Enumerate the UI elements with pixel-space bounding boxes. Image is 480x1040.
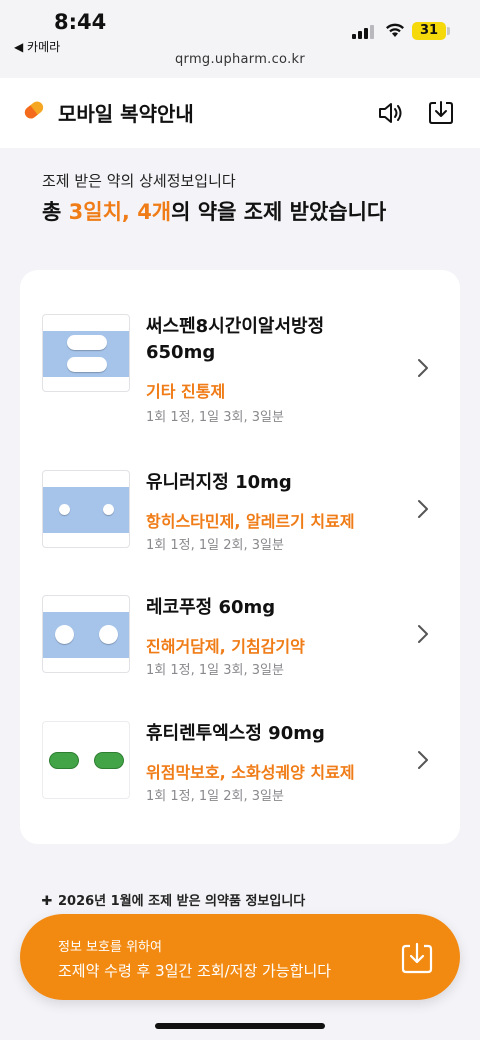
banner-message: 조제약 수령 후 3일간 조회/저장 가능합니다 xyxy=(58,962,332,980)
medication-category: 기타 진통제 xyxy=(146,382,226,401)
chevron-right-icon[interactable] xyxy=(416,498,430,520)
dispense-date-note: ✚ 2026년 1월에 조제 받은 의약품 정보입니다 xyxy=(40,890,306,909)
headline-count: 4개 xyxy=(137,200,172,224)
chevron-right-icon[interactable] xyxy=(416,749,430,771)
wifi-icon xyxy=(386,23,404,37)
cellular-signal-icon xyxy=(352,25,374,39)
medication-item-1[interactable]: 써스펜8시간이알서방정 650mg 기타 진통제 1회 1정, 1일 3회, 3… xyxy=(20,314,460,434)
download-icon[interactable] xyxy=(400,941,434,975)
headline-prefix: 총 xyxy=(42,200,69,224)
medication-category: 위점막보호, 소화성궤양 치료제 xyxy=(146,763,355,782)
chevron-right-icon[interactable] xyxy=(416,357,430,379)
download-icon[interactable] xyxy=(426,98,456,128)
medication-dosage: 1회 1정, 1일 3회, 3일분 xyxy=(146,410,284,425)
pill-logo-icon xyxy=(22,99,46,121)
pill-image-2 xyxy=(42,470,130,548)
medication-dosage: 1회 1정, 1일 2회, 3일분 xyxy=(146,789,284,804)
medication-item-2[interactable]: 유니러지정 10mg 항히스타민제, 알레르기 치료제 1회 1정, 1일 2회… xyxy=(20,470,460,570)
medication-item-4[interactable]: 휴티렌투엑스정 90mg 위점막보호, 소화성궤양 치료제 1회 1정, 1일 … xyxy=(20,721,460,821)
pill-image-4 xyxy=(42,721,130,799)
medication-name: 레코푸정 60mg xyxy=(146,597,276,618)
pill-image-1 xyxy=(42,314,130,392)
pill-image-3 xyxy=(42,595,130,673)
app-header: 모바일 복약안내 xyxy=(0,78,480,148)
medication-dosage: 1회 1정, 1일 2회, 3일분 xyxy=(146,538,284,553)
status-bar: 8:44 ◀ 카메라 31 qrmg.upharm.co.kr xyxy=(0,0,480,78)
medication-name-line1: 써스펜8시간이알서방정 xyxy=(146,316,325,337)
medication-name: 유니러지정 10mg xyxy=(146,472,292,493)
dispense-date-text: 2026년 1월에 조제 받은 의약품 정보입니다 xyxy=(58,894,306,909)
medication-list-card: 써스펜8시간이알서방정 650mg 기타 진통제 1회 1정, 1일 3회, 3… xyxy=(20,270,460,844)
banner-caption: 정보 보호를 위하여 xyxy=(58,940,162,955)
plus-icon: ✚ xyxy=(41,894,53,909)
battery-tip xyxy=(447,27,450,35)
medication-name: 휴티렌투엑스정 90mg xyxy=(146,723,325,744)
status-time: 8:44 xyxy=(54,10,107,34)
battery-icon: 31 xyxy=(412,22,446,40)
medication-name: 써스펜8시간이알서방정 650mg xyxy=(146,314,324,366)
save-notice-banner[interactable]: 정보 보호를 위하여 조제약 수령 후 3일간 조회/저장 가능합니다 xyxy=(20,914,460,1000)
chevron-right-icon[interactable] xyxy=(416,623,430,645)
page-title: 모바일 복약안내 xyxy=(58,102,194,126)
home-indicator[interactable] xyxy=(155,1023,325,1029)
page-url[interactable]: qrmg.upharm.co.kr xyxy=(0,52,480,67)
medication-item-3[interactable]: 레코푸정 60mg 진해거담제, 기침감기약 1회 1정, 1일 3회, 3일분 xyxy=(20,595,460,695)
headline-days: 3일치, xyxy=(68,200,138,224)
summary-headline: 총 3일치, 4개의 약을 조제 받았습니다 xyxy=(42,196,386,226)
medication-category: 항히스타민제, 알레르기 치료제 xyxy=(146,512,355,531)
medication-dosage: 1회 1정, 1일 3회, 3일분 xyxy=(146,663,284,678)
medication-name-line2: 650mg xyxy=(146,342,216,363)
page-subtitle: 조제 받은 약의 상세정보입니다 xyxy=(42,172,236,190)
medication-category: 진해거담제, 기침감기약 xyxy=(146,637,305,656)
headline-suffix: 의 약을 조제 받았습니다 xyxy=(171,200,387,224)
speaker-icon[interactable] xyxy=(376,98,406,128)
